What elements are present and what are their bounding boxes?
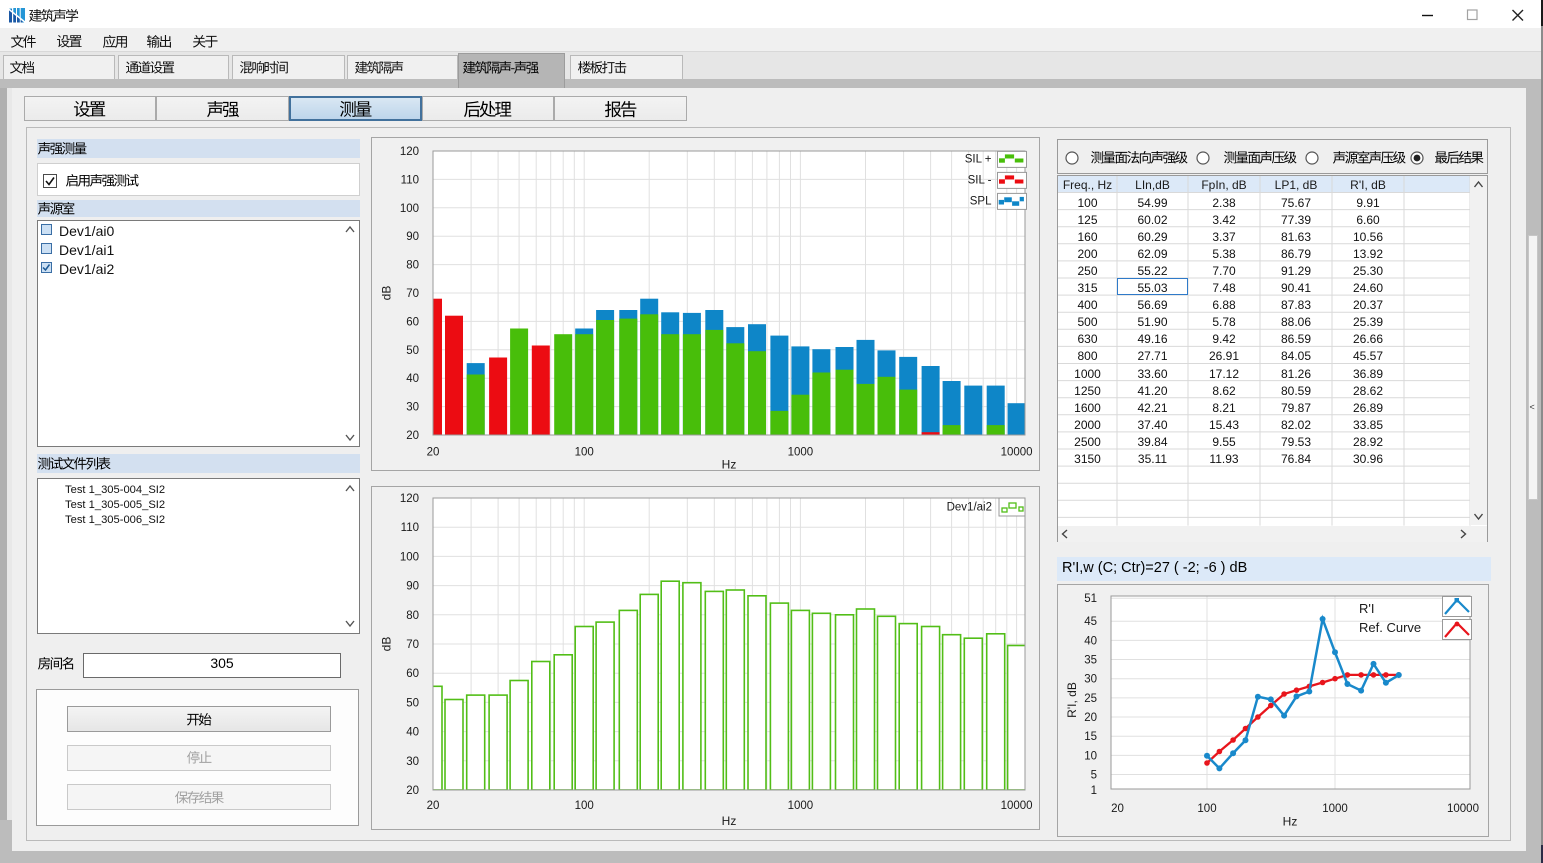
svg-text:10000: 10000	[1001, 447, 1033, 459]
svg-text:SPL: SPL	[970, 196, 992, 208]
svg-text:25: 25	[1084, 693, 1097, 705]
svg-text:10: 10	[1084, 750, 1097, 762]
svg-text:SIL +: SIL +	[965, 154, 992, 166]
svg-text:100: 100	[575, 800, 594, 812]
svg-text:R'I, dB: R'I, dB	[1065, 682, 1079, 718]
svg-text:40: 40	[406, 373, 419, 385]
svg-text:Dev1/ai2: Dev1/ai2	[947, 502, 992, 514]
svg-text:10000: 10000	[1447, 803, 1479, 815]
svg-text:40: 40	[406, 727, 419, 739]
svg-text:45: 45	[1084, 616, 1097, 628]
svg-text:1: 1	[1091, 785, 1097, 797]
svg-text:SIL -: SIL -	[968, 175, 992, 187]
svg-text:110: 110	[401, 522, 419, 534]
svg-text:10000: 10000	[1001, 800, 1033, 812]
svg-text:100: 100	[1197, 803, 1216, 815]
svg-text:80: 80	[406, 260, 419, 272]
svg-text:40: 40	[1084, 635, 1097, 647]
svg-text:Hz: Hz	[722, 814, 737, 828]
svg-text:35: 35	[1084, 655, 1097, 667]
svg-text:90: 90	[406, 581, 419, 593]
svg-text:20: 20	[427, 800, 440, 812]
svg-text:20: 20	[1111, 803, 1124, 815]
svg-text:15: 15	[1084, 731, 1097, 743]
svg-text:80: 80	[406, 610, 419, 622]
svg-text:70: 70	[406, 639, 419, 651]
svg-text:1000: 1000	[1322, 803, 1348, 815]
svg-text:1000: 1000	[788, 800, 814, 812]
svg-text:60: 60	[406, 316, 419, 328]
svg-text:70: 70	[406, 288, 419, 300]
svg-text:90: 90	[406, 231, 419, 243]
svg-text:dB: dB	[380, 637, 394, 652]
svg-text:R'I: R'I	[1359, 601, 1374, 616]
svg-text:20: 20	[406, 785, 419, 797]
svg-text:Hz: Hz	[722, 458, 737, 472]
svg-text:100: 100	[400, 551, 419, 563]
svg-text:1000: 1000	[788, 447, 814, 459]
svg-text:50: 50	[406, 345, 419, 357]
svg-text:30: 30	[1084, 674, 1097, 686]
svg-text:dB: dB	[380, 286, 394, 301]
svg-text:20: 20	[1084, 712, 1097, 724]
svg-text:20: 20	[427, 447, 440, 459]
svg-text:30: 30	[406, 756, 419, 768]
svg-text:50: 50	[406, 697, 419, 709]
svg-text:100: 100	[575, 447, 594, 459]
svg-text:120: 120	[400, 493, 419, 505]
svg-text:Hz: Hz	[1283, 815, 1298, 829]
svg-text:51: 51	[1084, 593, 1097, 605]
svg-text:60: 60	[406, 668, 419, 680]
svg-text:20: 20	[406, 430, 419, 442]
svg-text:110: 110	[401, 174, 419, 186]
svg-text:30: 30	[406, 402, 419, 414]
svg-text:100: 100	[400, 203, 419, 215]
svg-text:120: 120	[400, 146, 419, 158]
svg-text:Ref. Curve: Ref. Curve	[1359, 620, 1421, 635]
svg-text:5: 5	[1091, 770, 1097, 782]
